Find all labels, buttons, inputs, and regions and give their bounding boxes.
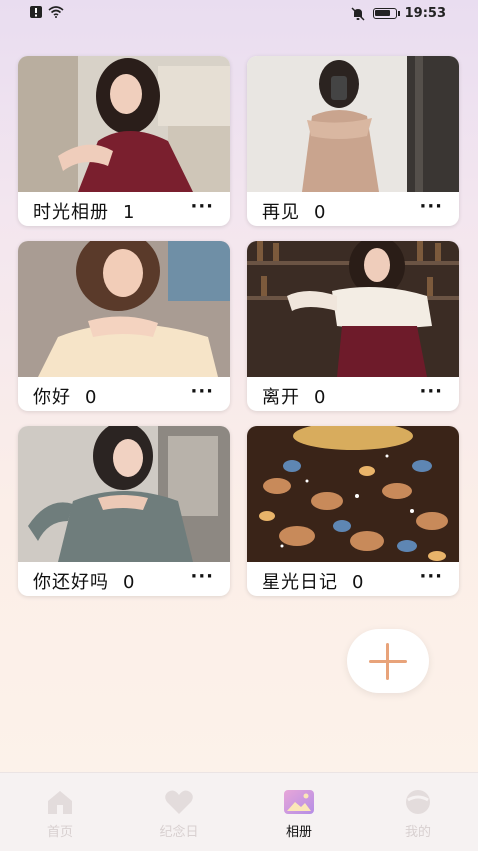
profile-icon [406,790,430,814]
album-name: 时光相册 [33,202,109,223]
mute-icon [351,6,365,21]
more-options-button[interactable]: ··· [419,381,443,402]
album-count: 0 [314,387,327,408]
tab-anniversary[interactable]: 纪念日 [119,773,239,851]
add-album-button[interactable] [347,629,429,693]
bottom-tab-bar: 首页 纪念日 相册 我的 [0,772,478,851]
album-name: 你好 [33,387,71,408]
more-options-button[interactable]: ··· [190,196,214,217]
album-name: 你还好吗 [33,572,109,593]
more-options-button[interactable]: ··· [190,381,214,402]
alert-icon [30,6,42,18]
album-footer: 再见 0 ··· [247,192,459,226]
tab-home[interactable]: 首页 [0,773,120,851]
album-card[interactable]: 星光日记 0 ··· [247,426,459,596]
more-options-button[interactable]: ··· [419,566,443,587]
more-options-button[interactable]: ··· [419,196,443,217]
album-card[interactable]: 再见 0 ··· [247,56,459,226]
album-footer: 时光相册 1 ··· [18,192,230,226]
tab-label: 纪念日 [159,825,199,840]
clock: 19:53 [404,6,446,21]
wifi-icon [48,6,64,18]
tab-label: 我的 [404,825,431,840]
album-cover [18,241,230,377]
tab-label: 首页 [46,825,73,840]
album-name: 离开 [262,387,300,408]
album-cover [247,426,459,562]
status-bar: 19:53 [0,0,478,28]
album-footer: 你还好吗 0 ··· [18,562,230,596]
tab-profile[interactable]: 我的 [358,773,478,851]
album-icon [284,790,314,814]
album-count: 1 [123,202,136,223]
album-footer: 你好 0 ··· [18,377,230,411]
album-card[interactable]: 时光相册 1 ··· [18,56,230,226]
album-card[interactable]: 你好 0 ··· [18,241,230,411]
tab-label: 相册 [285,825,312,840]
album-footer: 离开 0 ··· [247,377,459,411]
battery-level [374,10,390,16]
album-footer: 星光日记 0 ··· [247,562,459,596]
album-card[interactable]: 离开 0 ··· [247,241,459,411]
album-count: 0 [352,572,365,593]
home-icon [48,791,72,814]
album-card[interactable]: 你还好吗 0 ··· [18,426,230,596]
heart-icon [165,790,193,814]
album-count: 0 [123,572,136,593]
album-cover [247,56,459,192]
album-cover [247,241,459,377]
album-name: 星光日记 [262,572,338,593]
tab-album[interactable]: 相册 [239,773,359,851]
album-count: 0 [314,202,327,223]
album-cover [18,426,230,562]
battery-icon [372,8,400,19]
album-cover [18,56,230,192]
album-name: 再见 [262,202,300,223]
album-count: 0 [85,387,98,408]
more-options-button[interactable]: ··· [190,566,214,587]
